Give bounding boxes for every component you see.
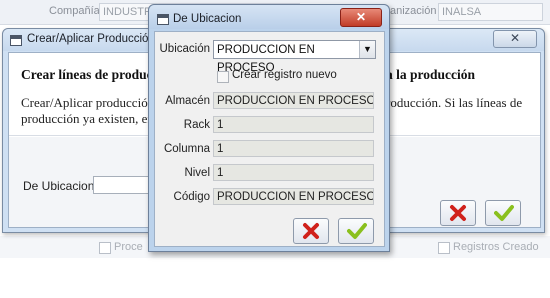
rack-label: Rack (183, 119, 210, 131)
ok-button[interactable] (338, 218, 374, 244)
de-ubicacion-label: De Ubicacion (23, 179, 95, 193)
ubicacion-select[interactable]: PRODUCCION EN PROCESO ▼ (213, 40, 376, 74)
close-icon: ✕ (355, 10, 367, 24)
proceso-checkbox-label: Proce (114, 241, 143, 253)
check-icon (347, 223, 367, 239)
de-ubicacion-dialog: De Ubicacion ✕ Ubicación PRODUCCION EN P… (148, 4, 390, 252)
almacen-label: Almacén (165, 95, 210, 107)
registros-creados-label: Registros Creado (453, 241, 539, 253)
ubicacion-dialog-body: Ubicación PRODUCCION EN PROCESO ▼ Crear … (154, 31, 385, 247)
crear-registro-nuevo-checkbox[interactable] (217, 71, 229, 83)
window-icon (157, 14, 169, 25)
codigo-field: PRODUCCION EN PROCESO (213, 188, 374, 205)
almacen-field: PRODUCCION EN PROCESO (213, 92, 374, 109)
cancel-button[interactable] (440, 200, 476, 226)
organizacion-label: anización (390, 5, 437, 17)
registros-creados-checkbox[interactable] (438, 242, 450, 254)
crear-registro-nuevo-label: Crear registro nuevo (232, 69, 337, 81)
dialog-description-line2: producción ya existen, ente (21, 111, 164, 126)
chevron-down-icon[interactable]: ▼ (359, 41, 375, 58)
nivel-label: Nivel (184, 167, 210, 179)
close-icon: ✕ (509, 31, 521, 45)
cross-icon (450, 205, 466, 221)
ubicacion-dialog-titlebar[interactable]: De Ubicacion ✕ (149, 5, 389, 29)
check-icon (494, 205, 514, 221)
dialog-title: Crear/Aplicar Producción (27, 33, 155, 45)
ok-button[interactable] (485, 200, 521, 226)
dialog-heading-continued: a la producción (386, 67, 476, 82)
ubicacion-label: Ubicación (159, 43, 211, 55)
de-ubicacion-field[interactable] (93, 176, 155, 194)
cross-icon (303, 223, 319, 239)
codigo-label: Código (173, 191, 210, 203)
proceso-checkbox[interactable] (99, 242, 111, 254)
columna-field: 1 (213, 140, 374, 157)
window-icon (10, 35, 22, 46)
ubicacion-dialog-title: De Ubicacion (173, 13, 242, 25)
close-button[interactable]: ✕ (493, 30, 537, 48)
dialog-description-line1-continued: roducción. Si las líneas de (386, 95, 523, 110)
cancel-button[interactable] (293, 218, 329, 244)
organizacion-field[interactable]: INALSA (438, 3, 543, 21)
columna-label: Columna (163, 143, 210, 155)
nivel-field: 1 (213, 164, 374, 181)
dialog-description-line1: Crear/Aplicar producción g (21, 95, 164, 110)
rack-field: 1 (213, 116, 374, 133)
close-button[interactable]: ✕ (340, 8, 382, 27)
compania-label: Compañía (49, 5, 100, 17)
dialog-heading: Crear líneas de producció (21, 67, 170, 82)
